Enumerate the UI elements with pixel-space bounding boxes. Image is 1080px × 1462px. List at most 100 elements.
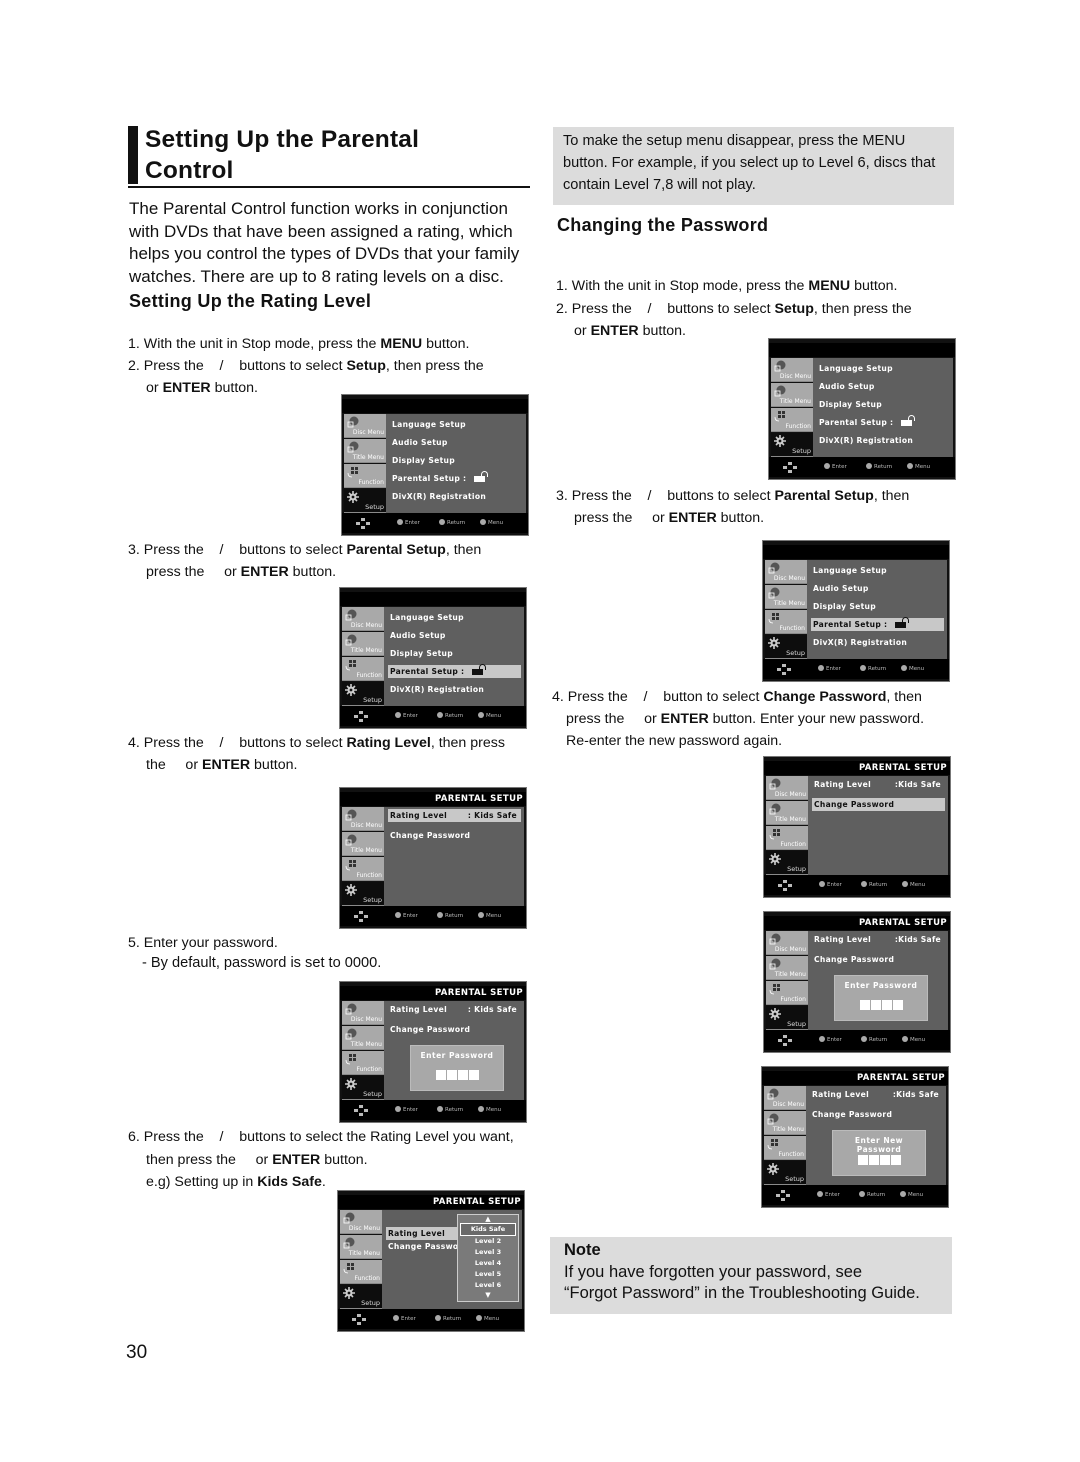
osd-content: Rating Level:Kids Safe Change Password bbox=[808, 776, 948, 875]
password-cells bbox=[835, 995, 927, 1014]
osd-menu-screenshot-5: PARENTAL SETUP Disc Menu Title Menu Func… bbox=[339, 787, 527, 929]
title-icon bbox=[345, 634, 357, 646]
navigation-pad-icon bbox=[783, 462, 797, 473]
osd-sidebar-disc-menu: Disc Menu bbox=[342, 807, 384, 831]
osd-header: PARENTAL SETUP bbox=[340, 792, 526, 806]
enter-hint: Enter bbox=[818, 664, 841, 674]
osd-header: PARENTAL SETUP bbox=[340, 986, 526, 1000]
osd-change-password-row: Change Password bbox=[812, 798, 945, 811]
menu-hint: Menu bbox=[478, 1105, 501, 1115]
note-title: Note bbox=[564, 1241, 601, 1259]
osd-sidebar-title-menu: Title Menu bbox=[766, 956, 808, 980]
menu-hint: Menu bbox=[478, 711, 501, 721]
tip-box: To make the setup menu disappear, press … bbox=[553, 127, 954, 205]
navigation-pad-icon bbox=[777, 664, 791, 675]
menu-button-icon bbox=[902, 881, 908, 887]
osd-setup-item: Audio Setup bbox=[819, 382, 875, 391]
osd-header bbox=[763, 545, 949, 559]
rating-level-dropdown: ▲ Kids Safe Level 2 Level 3 Level 4 Level 5 Le… bbox=[457, 1214, 519, 1302]
osd-sidebar: Disc Menu Title Menu Function Setup bbox=[342, 807, 384, 906]
page-number: 30 bbox=[126, 1342, 148, 1363]
navigation-pad-icon bbox=[352, 1314, 366, 1325]
title-line-2: Control bbox=[145, 157, 234, 184]
osd-change-password-row: Change Password bbox=[390, 831, 471, 840]
enter-button-icon bbox=[817, 1191, 823, 1197]
osd-setup-item: DivX(R) Registration bbox=[813, 638, 908, 647]
gear-icon bbox=[769, 1008, 781, 1020]
osd-sidebar-title-menu: Title Menu bbox=[766, 801, 808, 825]
lock-icon bbox=[901, 415, 916, 426]
disc-icon bbox=[767, 1088, 779, 1100]
osd-setup-item: Language Setup bbox=[392, 420, 466, 429]
note-line-1: If you have forgotten your password, see bbox=[564, 1262, 863, 1281]
function-icon bbox=[343, 1263, 354, 1274]
return-button-icon bbox=[866, 463, 872, 469]
osd-sidebar-setup: Setup bbox=[765, 635, 807, 659]
osd-footer: Enter Return Menu bbox=[340, 906, 526, 926]
return-button-icon bbox=[435, 1315, 441, 1321]
osd-sidebar-function: Function bbox=[766, 981, 808, 1005]
osd-sidebar-setup: Setup bbox=[340, 1285, 382, 1309]
osd-menu-screenshot-4: Disc Menu Title Menu Function Setup Lang… bbox=[762, 540, 950, 682]
return-button-icon bbox=[439, 519, 445, 525]
function-icon bbox=[774, 411, 785, 422]
osd-content: Rating Level Change Passwor ▲ Kids Safe Leve… bbox=[382, 1210, 522, 1309]
gear-icon bbox=[769, 853, 781, 865]
osd-sidebar-disc-menu: Disc Menu bbox=[340, 1210, 382, 1234]
osd-sidebar: Disc Menu Title Menu Function Setup bbox=[765, 560, 807, 659]
gear-icon bbox=[343, 1287, 355, 1299]
disc-icon bbox=[345, 609, 357, 621]
return-button-icon bbox=[437, 1106, 443, 1112]
osd-sidebar-title-menu: Title Menu bbox=[765, 585, 807, 609]
enter-button-icon bbox=[397, 519, 403, 525]
osd-footer: Enter Return Menu bbox=[342, 513, 528, 533]
enter-hint: Enter bbox=[397, 518, 420, 528]
osd-footer: Enter Return Menu bbox=[338, 1309, 524, 1329]
osd-sidebar-title-menu: Title Menu bbox=[342, 632, 384, 656]
osd-sidebar-disc-menu: Disc Menu bbox=[342, 607, 384, 631]
osd-change-password-row: Change Password bbox=[812, 1110, 893, 1119]
menu-button-icon bbox=[478, 712, 484, 718]
title-icon bbox=[767, 1113, 779, 1125]
menu-button-icon bbox=[900, 1191, 906, 1197]
enter-button-icon bbox=[819, 881, 825, 887]
disc-icon bbox=[768, 562, 780, 574]
osd-sidebar-function: Function bbox=[340, 1260, 382, 1284]
osd-menu-screenshot-9: PARENTAL SETUP Disc Menu Title Menu Func… bbox=[763, 911, 951, 1053]
osd-rating-level-row: Rating Level bbox=[386, 1227, 460, 1240]
title-icon bbox=[769, 958, 781, 970]
osd-content: Rating Level:Kids Safe Change Password Ent… bbox=[806, 1086, 946, 1185]
rating-level-option: Level 3 bbox=[474, 1248, 502, 1256]
osd-footer: Enter Return Menu bbox=[340, 706, 526, 726]
password-step-2: 2. Press the / buttons to select Setup, … bbox=[556, 301, 912, 339]
gear-icon bbox=[345, 884, 357, 896]
title-accent-bar bbox=[128, 126, 138, 184]
osd-setup-item: Display Setup bbox=[813, 602, 876, 611]
osd-setup-item: DivX(R) Registration bbox=[390, 685, 485, 694]
menu-button-icon bbox=[901, 665, 907, 671]
menu-hint: Menu bbox=[901, 664, 924, 674]
osd-sidebar-title-menu: Title Menu bbox=[764, 1111, 806, 1135]
scroll-up-arrow-icon: ▲ bbox=[485, 1215, 491, 1223]
menu-button-icon bbox=[476, 1315, 482, 1321]
rating-step-3: 3. Press the / buttons to select Parenta… bbox=[128, 542, 482, 580]
return-hint: Return bbox=[435, 1314, 461, 1324]
disc-icon bbox=[345, 1003, 357, 1015]
return-hint: Return bbox=[437, 1105, 463, 1115]
osd-footer: Enter Return Menu bbox=[769, 457, 955, 477]
osd-sidebar-function: Function bbox=[342, 657, 384, 681]
osd-sidebar: Disc Menu Title Menu Function Setup bbox=[766, 776, 808, 875]
menu-hint: Menu bbox=[902, 880, 925, 890]
enter-hint: Enter bbox=[393, 1314, 416, 1324]
disc-icon bbox=[345, 809, 357, 821]
enter-button-icon bbox=[393, 1315, 399, 1321]
rating-section-heading: Setting Up the Rating Level bbox=[129, 291, 372, 311]
function-icon bbox=[767, 1139, 778, 1150]
return-button-icon bbox=[860, 665, 866, 671]
gear-icon bbox=[345, 1078, 357, 1090]
enter-hint: Enter bbox=[395, 1105, 418, 1115]
rating-step-1: 1. With the unit in Stop mode, press the… bbox=[128, 336, 470, 352]
osd-header: PARENTAL SETUP bbox=[764, 916, 950, 930]
osd-rating-level-row: Rating Level: Kids Safe bbox=[390, 1005, 517, 1014]
return-button-icon bbox=[859, 1191, 865, 1197]
